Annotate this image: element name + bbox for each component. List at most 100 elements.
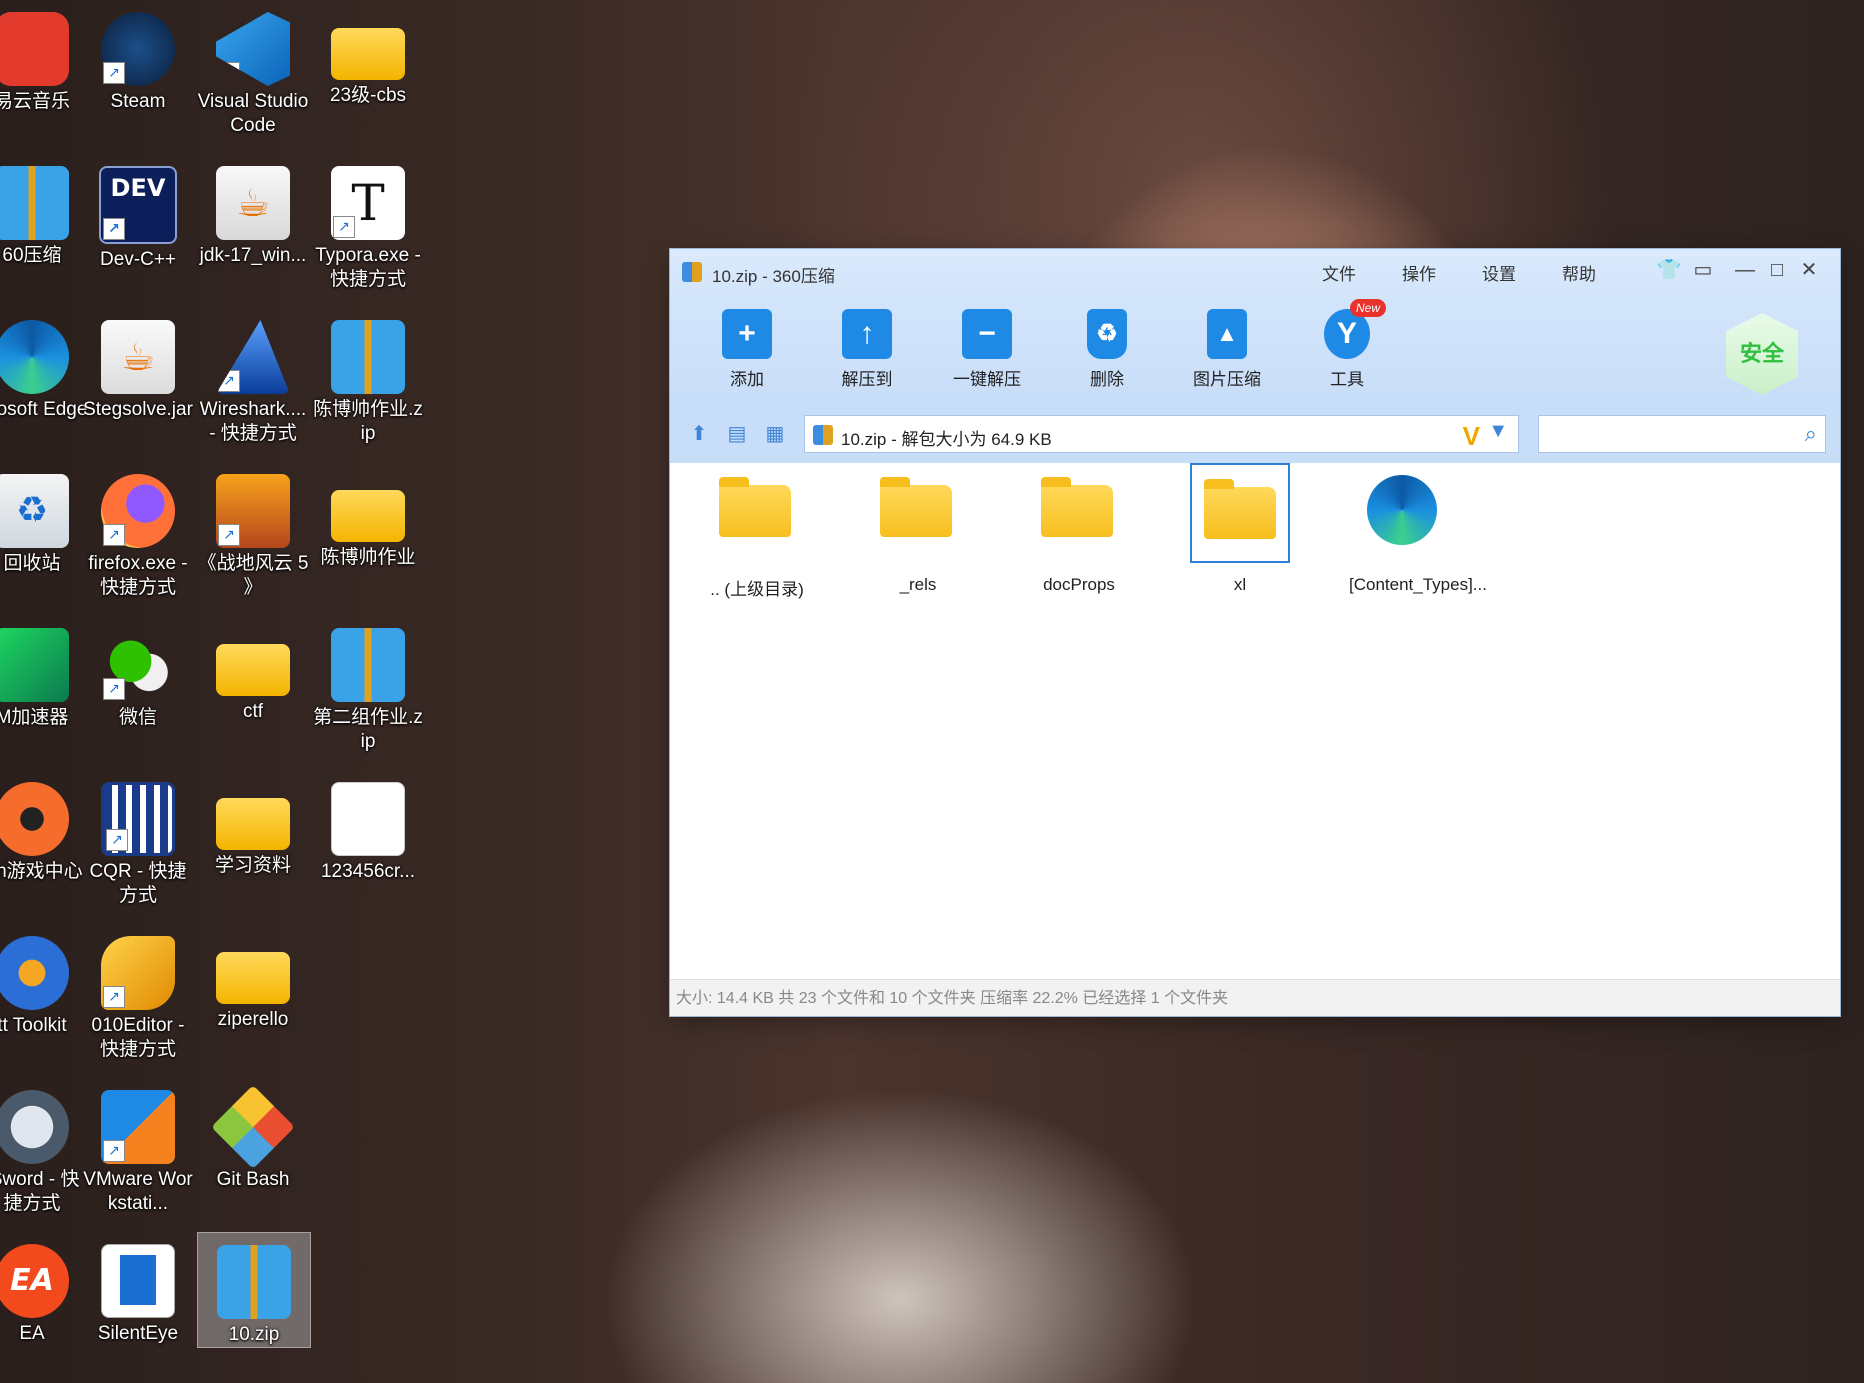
desktop-icon-jdk[interactable]: ☕ jdk-17_win... <box>197 154 309 268</box>
desktop-icon-123456cr[interactable]: 123456cr... <box>312 770 424 884</box>
desktop-icon-study-materials[interactable]: 学习资料 <box>197 770 309 878</box>
desktop-icon-10zip[interactable]: 10.zip <box>197 1232 311 1348</box>
recycle-bin-icon: ♻ <box>0 474 69 548</box>
safe-shield-badge[interactable]: 安全 <box>1726 313 1798 395</box>
desktop-icon-wireshark[interactable]: ↗ Wireshark.... - 快捷方式 <box>197 308 309 446</box>
desktop-icon-antsword[interactable]: tSword - 快捷方式 <box>0 1078 88 1216</box>
skin-icon[interactable]: 👕 <box>1656 257 1682 283</box>
toolbar: + 添加 ↑ 解压到 − 一键解压 ♻ 删除 ▲ 图片压缩 Y New 工具 安全 <box>670 295 1840 405</box>
desktop-icon-cqr[interactable]: ↗ CQR - 快捷方式 <box>82 770 194 908</box>
file-item-label: docProps <box>1043 575 1115 594</box>
folder-icon <box>216 952 290 1004</box>
chevron-down-icon[interactable]: ▼ <box>1488 420 1508 443</box>
desktop-icon-devcpp[interactable]: DEV ↗ Dev-C++ <box>82 154 194 272</box>
desktop-icon-ctf[interactable]: ctf <box>197 616 309 724</box>
shortcut-arrow-icon: ↗ <box>333 216 355 238</box>
file-item-label: _rels <box>899 575 937 594</box>
menu-file[interactable]: 文件 <box>1322 260 1356 285</box>
search-icon[interactable]: ⌕ <box>1805 421 1817 447</box>
extract-to-button[interactable]: ↑ 解压到 <box>817 303 917 390</box>
folder-icon <box>216 798 290 850</box>
file-list: .. (上级目录) _rels docProps xl [Content_Typ… <box>670 463 1840 979</box>
desktop-icon-origin[interactable]: gin游戏中心 <box>0 770 88 884</box>
desktop-icon-010editor[interactable]: ↗ 010Editor - 快捷方式 <box>82 924 194 1062</box>
desktop-icon-group2-zip[interactable]: 第二组作业.zip <box>312 616 424 754</box>
extract-to-icon: ↑ <box>842 309 892 359</box>
git-bash-icon <box>211 1085 295 1169</box>
shortcut-arrow-icon: ↗ <box>103 678 125 700</box>
zip-archive-icon <box>331 628 405 702</box>
desktop-icon-accelerator[interactable]: M加速器 <box>0 616 88 730</box>
desktop-icon-360zip[interactable]: 60压缩 <box>0 154 88 268</box>
image-compress-icon: ▲ <box>1207 309 1247 359</box>
minimize-button[interactable]: — <box>1732 257 1758 283</box>
edge-icon <box>0 320 69 394</box>
one-click-extract-button[interactable]: − 一键解压 <box>937 303 1037 390</box>
desktop-icon-steam[interactable]: ↗ Steam <box>82 0 194 114</box>
desktop-icon-vscode[interactable]: ↗ Visual Studio Code <box>197 0 309 138</box>
up-level-icon[interactable]: ⬆ <box>688 423 710 445</box>
v-icon[interactable]: V <box>1463 421 1480 452</box>
new-badge: New <box>1349 299 1386 317</box>
file-item-parent-dir[interactable]: .. (上级目录) <box>705 463 809 600</box>
search-input[interactable]: ⌕ <box>1538 415 1826 453</box>
vmware-icon: ↗ <box>101 1090 175 1164</box>
file-item-content-types[interactable]: [Content_Types]... <box>1349 463 1487 595</box>
desktop-icon-edge[interactable]: icrosoft Edge <box>0 308 88 422</box>
desktop-icon-git-bash[interactable]: Git Bash <box>197 1078 309 1192</box>
folder-icon <box>1204 479 1276 539</box>
zip-archive-icon <box>217 1245 291 1319</box>
shortcut-arrow-icon: ↗ <box>103 524 125 546</box>
desktop-icon-ziperello[interactable]: ziperello <box>197 924 309 1032</box>
desktop-icon-recycle-bin[interactable]: ♻ 回收站 <box>0 462 88 576</box>
menu-operation[interactable]: 操作 <box>1402 260 1436 285</box>
java-installer-icon: ☕ <box>216 166 290 240</box>
file-item-docprops[interactable]: docProps <box>1027 463 1131 595</box>
shortcut-arrow-icon: ↗ <box>103 62 125 84</box>
tools-button[interactable]: Y New 工具 <box>1297 299 1397 390</box>
file-item-icon-box <box>1190 463 1290 563</box>
desktop-icon-23-cbs[interactable]: 23级-cbs <box>312 0 424 108</box>
address-bar: ⬆ ▤ ▦ 10.zip - 解包大小为 64.9 KB V ▼ ⌕ <box>670 405 1840 463</box>
path-field[interactable]: 10.zip - 解包大小为 64.9 KB V ▼ <box>804 415 1519 453</box>
file-item-rels[interactable]: _rels <box>866 463 970 595</box>
shortcut-arrow-icon: ↗ <box>218 370 240 392</box>
detail-view-icon[interactable]: ▤ <box>726 423 748 445</box>
desktop-icon-vmware[interactable]: ↗ VMware Workstati... <box>82 1078 194 1216</box>
grid-view-icon[interactable]: ▦ <box>764 423 786 445</box>
desktop-icon-toolkit[interactable]: tt Toolkit <box>0 924 88 1038</box>
folder-icon <box>880 477 952 537</box>
close-button[interactable]: ✕ <box>1796 257 1822 283</box>
add-button[interactable]: + 添加 <box>697 303 797 390</box>
desktop-icon-chenboshuai-folder[interactable]: 陈博帅作业 <box>312 462 424 570</box>
vscode-icon: ↗ <box>216 12 290 86</box>
feedback-icon[interactable]: ▭ <box>1690 257 1716 283</box>
desktop-icon-chenboshuai-zip[interactable]: 陈博帅作业.zip <box>312 308 424 446</box>
desktop-icon-stegsolve[interactable]: ☕ Stegsolve.jar <box>82 308 194 422</box>
desktop-icon-firefox[interactable]: ↗ firefox.exe - 快捷方式 <box>82 462 194 600</box>
ea-icon: EA <box>0 1244 69 1318</box>
shortcut-arrow-icon: ↗ <box>103 1140 125 1162</box>
shortcut-arrow-icon: ↗ <box>106 829 128 851</box>
desktop-icon-netease[interactable]: 易云音乐 <box>0 0 88 114</box>
delete-button[interactable]: ♻ 删除 <box>1057 303 1157 390</box>
battlefield-icon: ↗ <box>216 474 290 548</box>
image-compress-button[interactable]: ▲ 图片压缩 <box>1177 303 1277 390</box>
folder-icon <box>331 28 405 80</box>
file-item-xl[interactable]: xl <box>1188 463 1292 595</box>
shortcut-arrow-icon: ↗ <box>218 62 240 84</box>
folder-icon <box>331 490 405 542</box>
image-file-icon <box>331 782 405 856</box>
menu-settings[interactable]: 设置 <box>1482 260 1516 285</box>
title-bar[interactable]: 10.zip - 360压缩 文件 操作 设置 帮助 👕 ▭ — □ ✕ <box>670 249 1840 295</box>
desktop: 易云音乐 ↗ Steam ↗ Visual Studio Code 23级-cb… <box>0 0 440 1383</box>
menu-help[interactable]: 帮助 <box>1562 260 1596 285</box>
maximize-button[interactable]: □ <box>1764 257 1790 283</box>
desktop-icon-silenteye[interactable]: SilentEye <box>82 1232 194 1346</box>
desktop-icon-battlefield[interactable]: ↗ 《战地风云 5 》 <box>197 462 309 600</box>
desktop-icon-wechat[interactable]: ↗ 微信 <box>82 616 194 730</box>
desktop-icon-typora[interactable]: T ↗ Typora.exe - 快捷方式 <box>312 154 424 292</box>
desktop-icon-ea[interactable]: EA EA <box>0 1232 88 1346</box>
file-item-label: xl <box>1233 575 1247 594</box>
folder-icon <box>1041 477 1113 537</box>
